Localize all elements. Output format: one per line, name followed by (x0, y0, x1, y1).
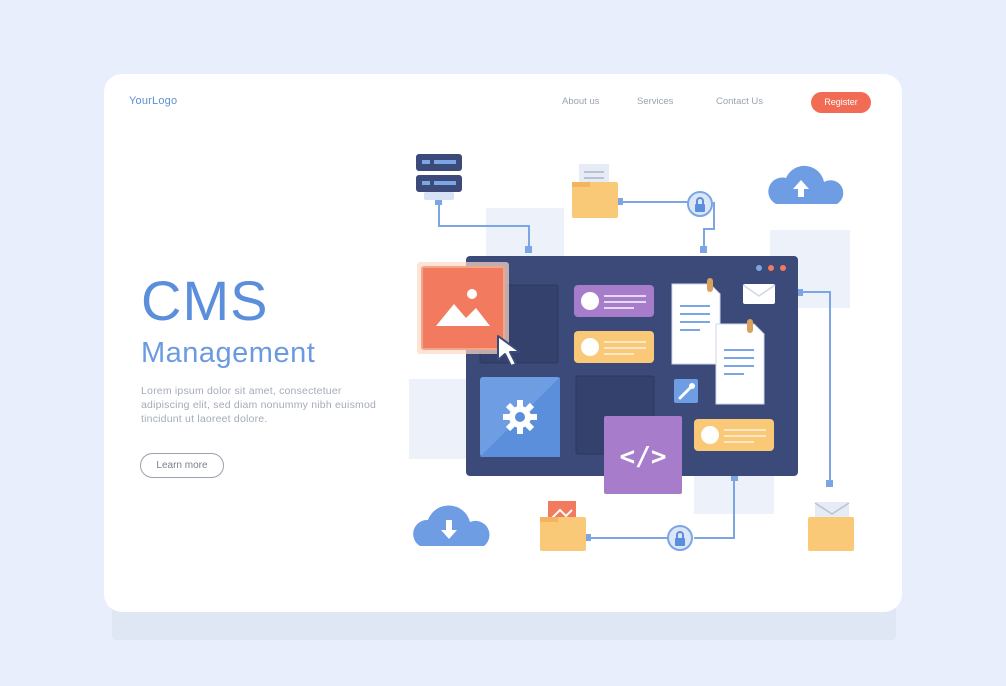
code-icon: </> (604, 416, 682, 494)
folder-icon (572, 164, 618, 218)
folder-icon (540, 501, 586, 551)
lock-icon (667, 525, 693, 551)
lock-icon (687, 191, 713, 217)
gear-icon (480, 377, 560, 457)
wrench-icon (674, 379, 698, 403)
cloud-download-icon (413, 505, 490, 546)
image-icon (417, 262, 509, 354)
cloud-upload-icon (768, 165, 844, 204)
hero-title: CMS (141, 269, 269, 332)
hero-description: Lorem ipsum dolor sit amet, consectetuer… (141, 385, 377, 425)
code-label: </> (620, 442, 667, 472)
envelope-icon (742, 284, 776, 304)
envelope-icon (808, 502, 854, 551)
landing-card: YourLogo About us Services Contact Us Re… (104, 74, 902, 612)
hero-subtitle: Management (141, 337, 316, 369)
server-icon (416, 154, 462, 200)
learn-more-button[interactable]: Learn more (140, 453, 224, 478)
